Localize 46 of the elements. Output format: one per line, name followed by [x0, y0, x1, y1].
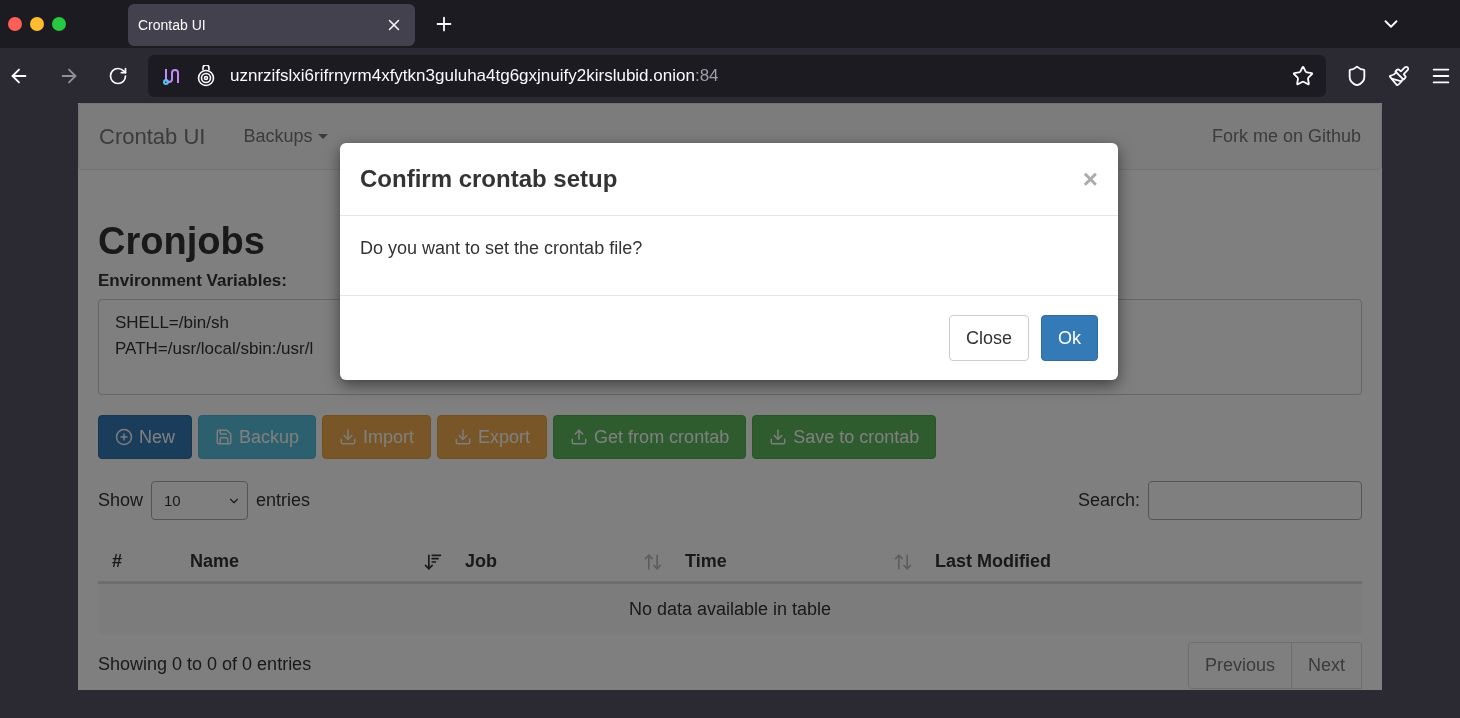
field-label: Environment Variables: [98, 271, 288, 291]
url-text: uznrzifslxi6rifrnyrm4xfytkn3guluha4tg6gxjnuify2kirslubid.onion:84 [230, 65, 720, 86]
column-header[interactable]: Name [190, 551, 240, 572]
toolbar-button[interactable]: Backup [198, 415, 317, 459]
upload-icon [570, 428, 589, 446]
pagination-button[interactable]: Previous [1187, 642, 1292, 689]
plus-circle-icon [115, 428, 133, 446]
column-header[interactable]: # [112, 551, 122, 572]
address-bar[interactable]: uznrzifslxi6rifrnyrm4xfytkn3guluha4tg6gxjnuify2kirslubid.onion:84 [148, 54, 1326, 97]
reload-icon[interactable] [108, 65, 128, 86]
brand-link[interactable]: Crontab UI [99, 123, 206, 150]
shield-icon[interactable] [1346, 64, 1368, 87]
length-label: Show [98, 490, 144, 511]
toolbar-button[interactable]: Import [322, 415, 432, 459]
nav-dropdown[interactable]: Backups [243, 126, 329, 147]
paintbrush-icon[interactable] [1388, 64, 1410, 87]
table-info: Showing 0 to 0 of 0 entries [98, 654, 312, 675]
github-link[interactable]: Fork me on Github [1211, 126, 1361, 147]
modal-button[interactable]: Ok [1041, 315, 1098, 361]
modal-button[interactable]: Close [948, 315, 1029, 361]
pagination-button[interactable]: Next [1292, 642, 1362, 689]
caret-icon [318, 134, 329, 139]
bookmark-star-icon[interactable] [1292, 64, 1314, 87]
toolbar-button[interactable]: Export [437, 415, 548, 459]
page-heading: Cronjobs [98, 220, 265, 263]
toolbar-button[interactable]: New [98, 415, 192, 459]
entries-select[interactable]: 10 [151, 481, 249, 520]
browser-tab[interactable]: Crontab UI [128, 4, 415, 46]
onion-icon[interactable] [196, 64, 216, 87]
search-label: Search: [1077, 490, 1140, 511]
download-icon [339, 428, 358, 446]
close-button[interactable]: × [1082, 163, 1098, 195]
column-header[interactable]: Time [685, 551, 727, 572]
column-header[interactable]: Job [465, 551, 497, 572]
toolbar-button[interactable]: Save to crontab [752, 415, 937, 459]
maximize-window-icon[interactable] [52, 17, 66, 31]
modal-message: Do you want to set the crontab file? [360, 238, 643, 258]
minimize-window-icon[interactable] [30, 17, 44, 31]
modal-title: Confirm crontab setup [360, 165, 618, 193]
toolbar-button[interactable]: Get from crontab [553, 415, 747, 459]
download-icon [769, 428, 788, 446]
search-field[interactable] [1148, 481, 1362, 520]
length-label: entries [256, 490, 311, 511]
column-header[interactable]: Last Modified [935, 551, 1051, 572]
close-window-icon[interactable] [8, 17, 22, 31]
download-icon [454, 428, 473, 446]
